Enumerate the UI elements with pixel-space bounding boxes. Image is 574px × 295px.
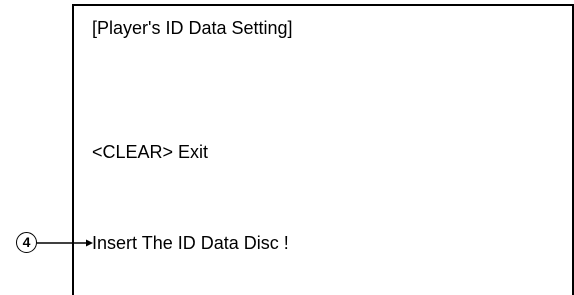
callout-number-marker: 4 (16, 232, 37, 253)
insert-disc-message: Insert The ID Data Disc ! (92, 233, 289, 253)
screen-title: [Player's ID Data Setting] (92, 18, 293, 38)
callout-arrow-icon (37, 239, 93, 247)
clear-exit-instruction: <CLEAR> Exit (92, 142, 209, 162)
